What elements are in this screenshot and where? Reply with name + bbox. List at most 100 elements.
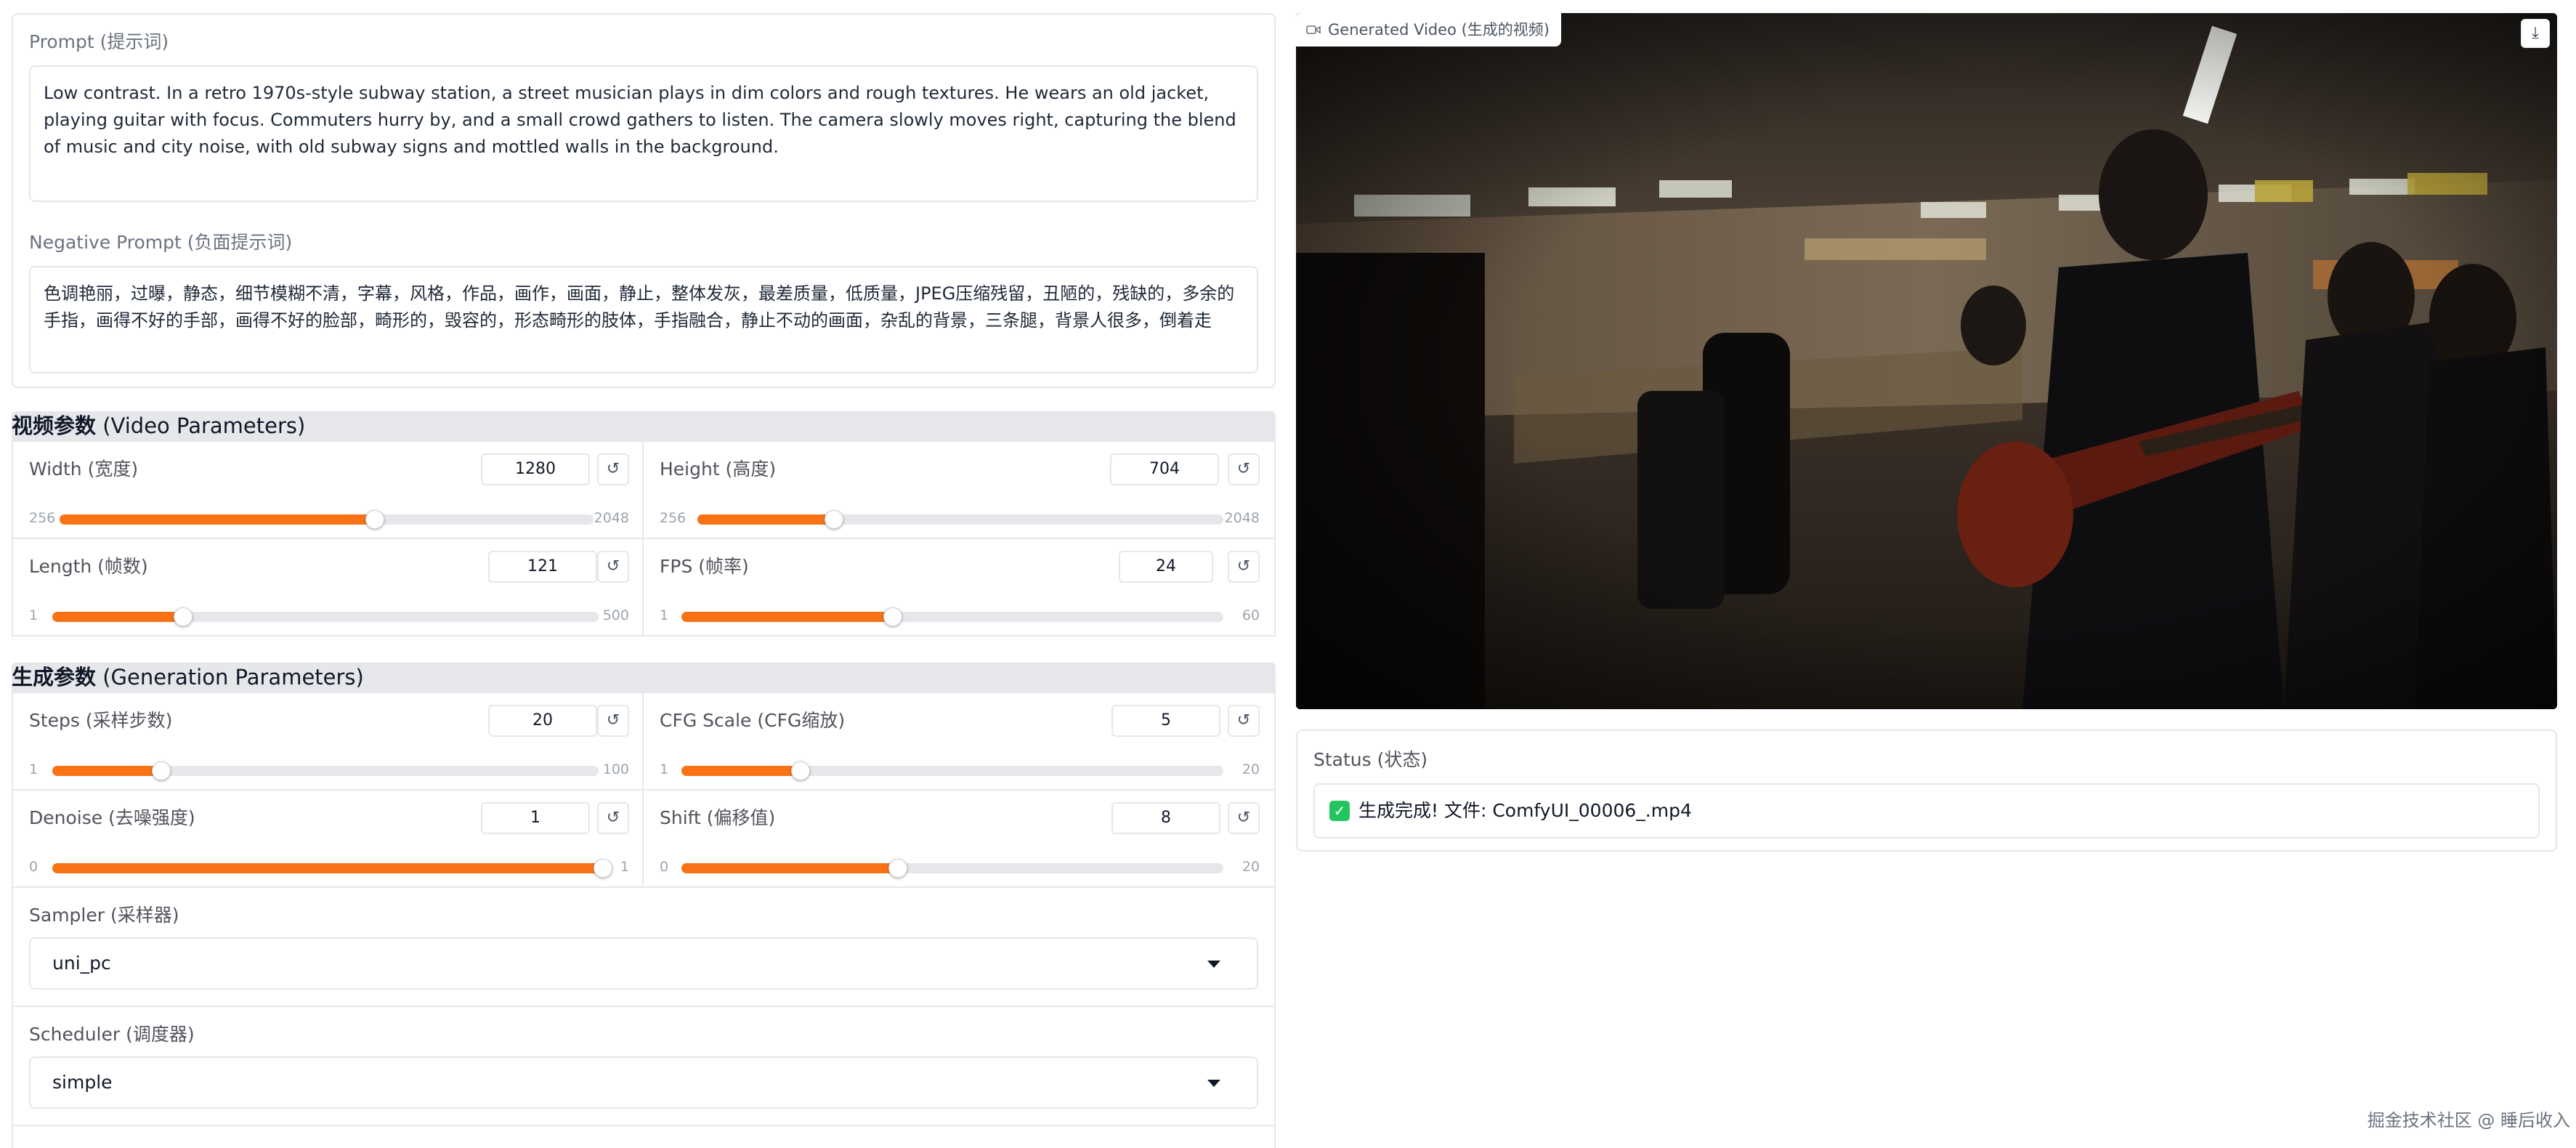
length-max: 500 xyxy=(602,607,629,623)
prompt-label: Prompt (提示词) xyxy=(29,31,169,52)
cfg-label: CFG Scale (CFG缩放) xyxy=(660,710,846,731)
negative-prompt-label: Negative Prompt (负面提示词) xyxy=(29,232,293,253)
cfg-min: 1 xyxy=(660,761,669,777)
height-slider[interactable] xyxy=(697,510,1223,529)
status-message: 生成完成! 文件: ComfyUI_00006_.mp4 xyxy=(1358,800,1692,821)
cfg-slider[interactable] xyxy=(681,761,1223,780)
chevron-down-icon xyxy=(1207,961,1220,968)
download-icon[interactable]: ⤓ xyxy=(2521,19,2550,48)
status-section: Status (状态) ✓ 生成完成! 文件: ComfyUI_00006_.m… xyxy=(1296,729,2557,852)
fps-input[interactable]: 24 xyxy=(1119,551,1213,583)
check-mark-icon: ✓ xyxy=(1329,801,1350,821)
sampler-panel: Sampler (采样器) uni_pc xyxy=(12,886,1276,1007)
length-slider[interactable] xyxy=(52,607,599,626)
length-reset-button[interactable]: ↺ xyxy=(597,551,629,583)
chevron-down-icon xyxy=(1207,1080,1220,1087)
steps-slider[interactable] xyxy=(52,761,599,780)
fps-min: 1 xyxy=(660,607,669,623)
fps-max: 60 xyxy=(1242,607,1260,623)
length-panel: Length (帧数) 121 ↺ 1 500 xyxy=(12,538,645,636)
shift-reset-button[interactable]: ↺ xyxy=(1228,802,1260,834)
steps-slider-thumb[interactable] xyxy=(152,761,171,780)
shift-max: 20 xyxy=(1242,859,1260,875)
denoise-slider-fill xyxy=(52,863,603,873)
steps-reset-button[interactable]: ↺ xyxy=(597,705,629,737)
height-min: 256 xyxy=(660,510,686,526)
width-reset-button[interactable]: ↺ xyxy=(597,453,629,485)
status-output: ✓ 生成完成! 文件: ComfyUI_00006_.mp4 xyxy=(1313,783,2540,838)
width-input[interactable]: 1280 xyxy=(481,453,590,485)
denoise-slider[interactable] xyxy=(52,859,612,878)
fps-reset-button[interactable]: ↺ xyxy=(1228,551,1260,583)
length-min: 1 xyxy=(29,607,39,623)
fps-slider-thumb[interactable] xyxy=(883,607,902,626)
denoise-min: 0 xyxy=(29,859,39,875)
sampler-select[interactable]: uni_pc xyxy=(29,937,1258,990)
width-slider-fill xyxy=(60,514,375,525)
cfg-max: 20 xyxy=(1242,761,1260,777)
steps-max: 100 xyxy=(602,761,629,777)
sampler-value: uni_pc xyxy=(52,953,111,974)
width-label: Width (宽度) xyxy=(29,458,139,480)
video-params-header-cn: 视频参数 xyxy=(12,413,97,438)
scheduler-select[interactable]: simple xyxy=(29,1056,1258,1109)
width-slider-thumb[interactable] xyxy=(365,510,384,529)
denoise-panel: Denoise (去噪强度) 1 ↺ 0 1 xyxy=(12,789,645,888)
shift-panel: Shift (偏移值) 8 ↺ 0 20 xyxy=(642,789,1276,888)
shift-slider-fill xyxy=(681,863,899,873)
cfg-panel: CFG Scale (CFG缩放) 5 ↺ 1 20 xyxy=(642,692,1276,791)
scheduler-label: Scheduler (调度器) xyxy=(29,1024,195,1045)
video-frame xyxy=(1296,13,2557,709)
shift-min: 0 xyxy=(660,859,669,875)
width-slider[interactable] xyxy=(60,510,594,529)
sampler-label: Sampler (采样器) xyxy=(29,905,179,926)
height-input[interactable]: 704 xyxy=(1110,453,1219,485)
fps-slider[interactable] xyxy=(681,607,1223,626)
scheduler-value: simple xyxy=(52,1072,113,1093)
denoise-max: 1 xyxy=(620,859,629,875)
height-reset-button[interactable]: ↺ xyxy=(1228,453,1260,485)
cfg-reset-button[interactable]: ↺ xyxy=(1228,705,1260,737)
denoise-reset-button[interactable]: ↺ xyxy=(597,802,629,834)
denoise-input[interactable]: 1 xyxy=(481,802,590,834)
prompt-textarea[interactable]: Low contrast. In a retro 1970s-style sub… xyxy=(29,65,1258,202)
shift-slider-thumb[interactable] xyxy=(888,859,908,878)
width-panel: Width (宽度) 1280 ↺ 256 2048 xyxy=(12,440,645,539)
steps-label: Steps (采样步数) xyxy=(29,710,173,731)
height-slider-fill xyxy=(697,514,835,525)
cfg-slider-thumb[interactable] xyxy=(791,761,811,780)
cfg-input[interactable]: 5 xyxy=(1111,705,1220,737)
generated-video-player[interactable]: Generated Video (生成的视频) ⤓ xyxy=(1296,13,2557,709)
steps-slider-fill xyxy=(52,766,162,776)
gen-params-header-cn: 生成参数 xyxy=(12,665,97,690)
fps-panel: FPS (帧率) 24 ↺ 1 60 xyxy=(642,538,1276,636)
next-panel-partial xyxy=(12,1125,1276,1148)
prompt-section: Prompt (提示词) Low contrast. In a retro 19… xyxy=(12,13,1276,388)
fps-slider-fill xyxy=(681,612,893,622)
shift-input[interactable]: 8 xyxy=(1111,802,1220,834)
status-label: Status (状态) xyxy=(1313,749,1428,770)
denoise-slider-thumb[interactable] xyxy=(594,859,612,878)
negative-prompt-textarea[interactable]: 色调艳丽，过曝，静态，细节模糊不清，字幕，风格，作品，画作，画面，静止，整体发灰… xyxy=(29,266,1258,373)
video-label-tag: Generated Video (生成的视频) xyxy=(1296,13,1561,47)
length-input[interactable]: 121 xyxy=(488,551,597,583)
watermark-text: 掘金技术社区 @ 睡后收入 xyxy=(2367,1110,2570,1131)
cfg-slider-fill xyxy=(681,766,801,776)
video-label-text: Generated Video (生成的视频) xyxy=(1328,21,1550,39)
length-slider-fill xyxy=(52,612,184,622)
steps-min: 1 xyxy=(29,761,39,777)
shift-slider[interactable] xyxy=(681,859,1223,878)
steps-input[interactable]: 20 xyxy=(488,705,597,737)
height-max: 2048 xyxy=(1224,510,1260,526)
width-min: 256 xyxy=(29,510,56,526)
denoise-label: Denoise (去噪强度) xyxy=(29,807,195,828)
height-slider-thumb[interactable] xyxy=(825,510,844,529)
height-label: Height (高度) xyxy=(660,458,777,480)
steps-panel: Steps (采样步数) 20 ↺ 1 100 xyxy=(12,692,645,791)
height-panel: Height (高度) 704 ↺ 256 2048 xyxy=(642,440,1276,539)
length-slider-thumb[interactable] xyxy=(174,607,193,626)
shift-label: Shift (偏移值) xyxy=(660,807,776,828)
gen-params-header: 生成参数 (Generation Parameters) xyxy=(12,663,1276,692)
gen-params-header-en: (Generation Parameters) xyxy=(96,665,364,690)
fps-label: FPS (帧率) xyxy=(660,556,749,577)
